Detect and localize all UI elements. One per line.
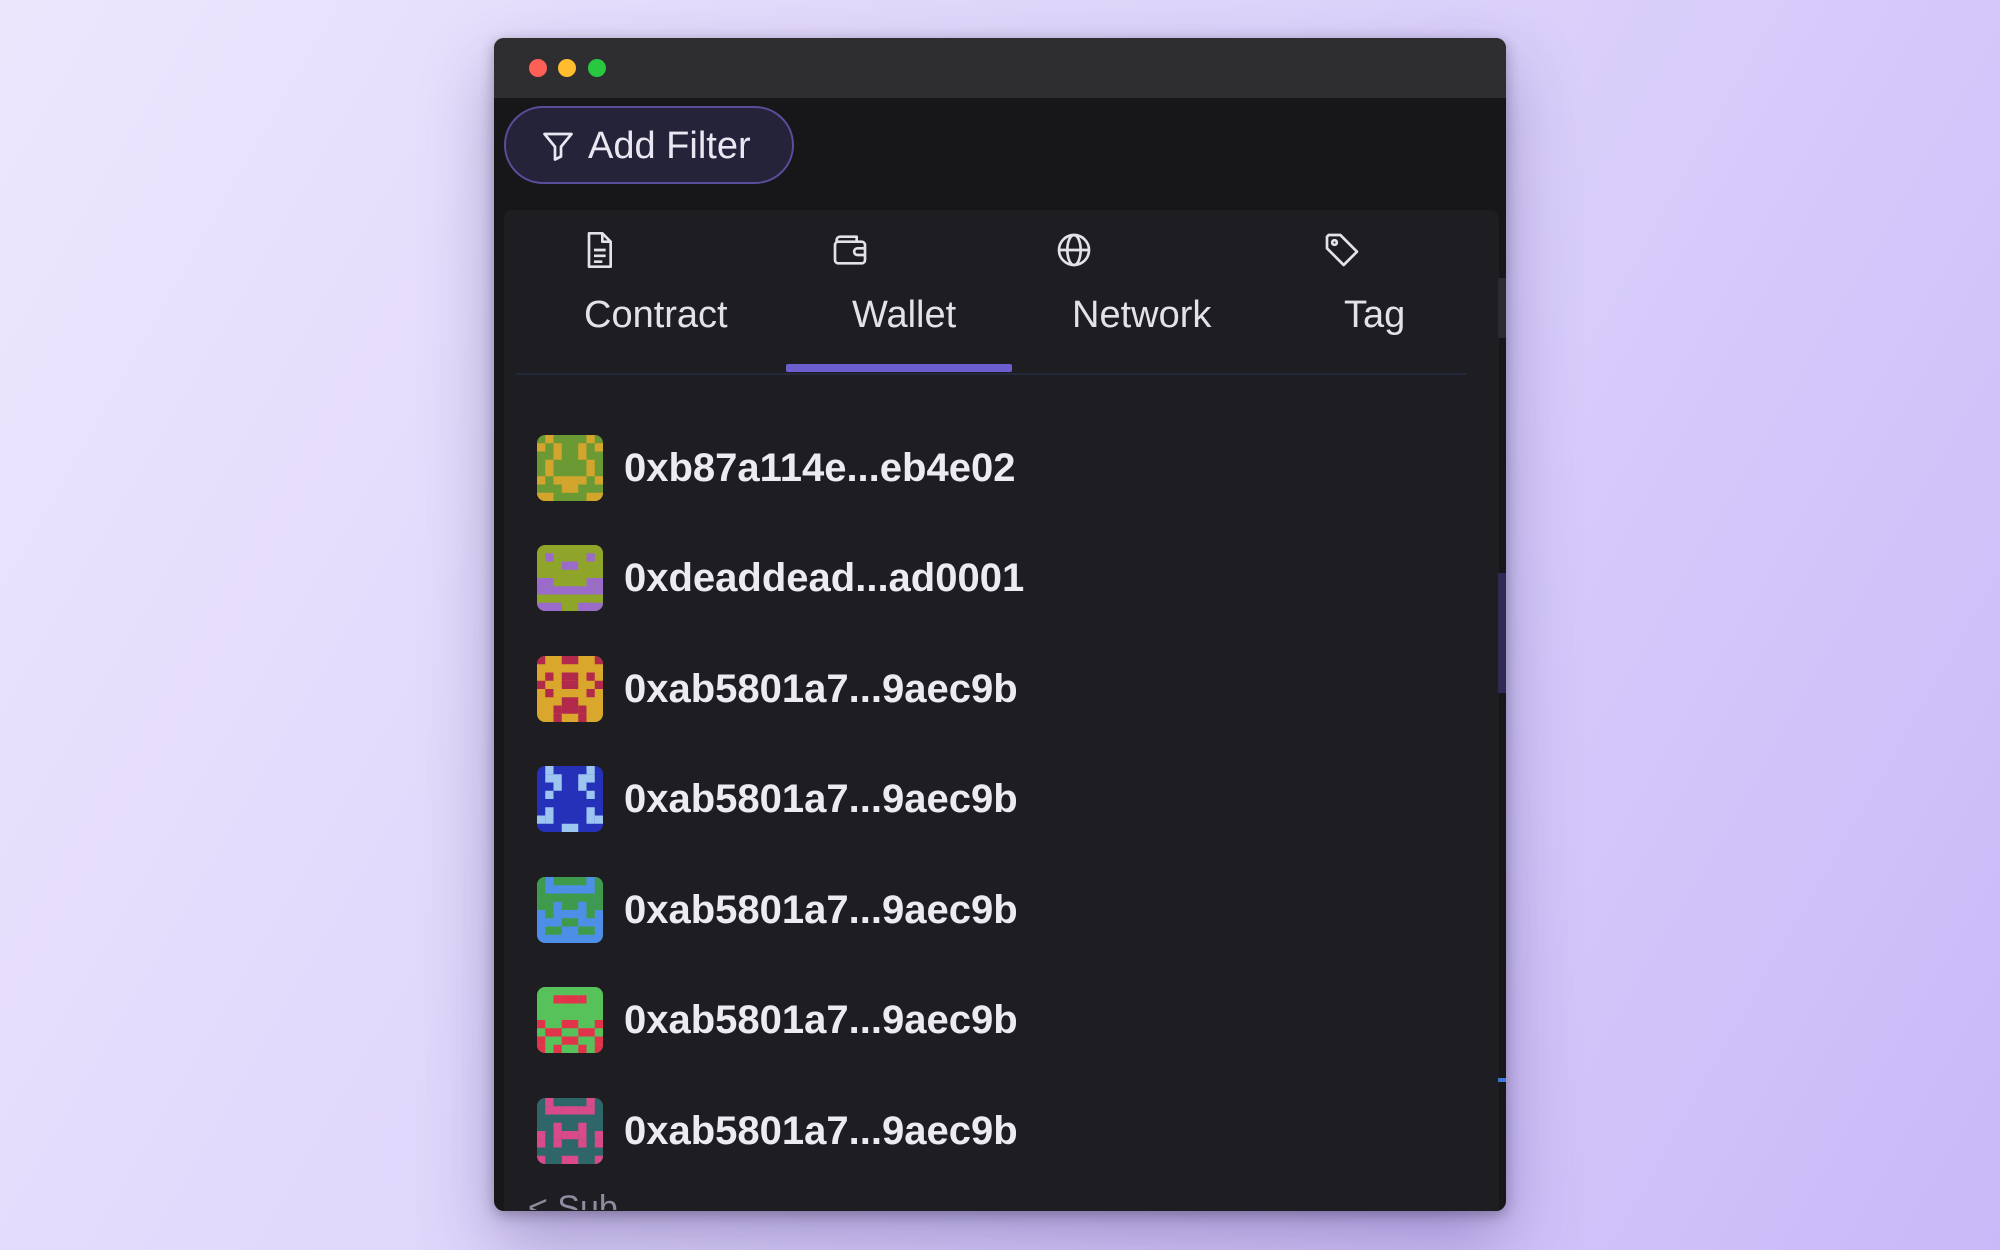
tab-contract-label: Contract — [584, 294, 728, 336]
tab-contract[interactable]: Contract — [534, 210, 794, 372]
minimize-window-button[interactable] — [558, 59, 576, 77]
wallet-address: 0xab5801a7...9aec9b — [624, 667, 1018, 711]
tab-network-label: Network — [1072, 294, 1212, 336]
wallet-address: 0xab5801a7...9aec9b — [624, 777, 1018, 821]
wallet-avatar — [537, 545, 603, 611]
tab-tag[interactable]: Tag — [1294, 210, 1494, 372]
wallet-row[interactable]: 0xab5801a7...9aec9b — [524, 758, 1224, 838]
wallet-row[interactable]: 0xdeaddead...ad0001 — [524, 537, 1224, 617]
underlying-ui-sliver — [1498, 278, 1506, 338]
wallet-avatar — [537, 656, 603, 722]
tag-icon — [1325, 233, 1359, 267]
wallet-icon — [833, 235, 867, 265]
tab-tag-label: Tag — [1344, 294, 1406, 336]
wallet-address: 0xb87a114e...eb4e02 — [624, 446, 1016, 490]
add-filter-label: Add Filter — [588, 125, 751, 167]
filter-icon — [543, 132, 573, 161]
underlying-ui-sliver — [1498, 573, 1506, 693]
document-icon — [587, 232, 612, 268]
wallet-row[interactable]: 0xab5801a7...9aec9b — [524, 648, 1224, 728]
wallet-address: 0xab5801a7...9aec9b — [624, 1109, 1018, 1153]
wallet-row[interactable]: 0xab5801a7...9aec9b — [524, 869, 1224, 949]
wallet-row[interactable]: 0xb87a114e...eb4e02 — [524, 427, 1224, 507]
wallet-address: 0xdeaddead...ad0001 — [624, 556, 1025, 600]
maximize-window-button[interactable] — [588, 59, 606, 77]
tab-wallet-label: Wallet — [852, 294, 957, 336]
close-window-button[interactable] — [529, 59, 547, 77]
add-filter-button[interactable]: Add Filter — [504, 106, 794, 184]
truncated-section-label: < Sub — [528, 1189, 618, 1210]
wallet-row[interactable]: 0xab5801a7...9aec9b — [524, 1090, 1224, 1170]
wallet-address: 0xab5801a7...9aec9b — [624, 998, 1018, 1042]
wallet-avatar — [537, 435, 603, 501]
globe-icon — [1057, 233, 1091, 267]
wallet-avatar — [537, 1098, 603, 1164]
wallet-address: 0xab5801a7...9aec9b — [624, 888, 1018, 932]
tabs-divider — [516, 373, 1466, 375]
wallet-row[interactable]: 0xab5801a7...9aec9b — [524, 979, 1224, 1059]
wallet-avatar — [537, 766, 603, 832]
tab-wallet[interactable]: Wallet — [796, 210, 1022, 372]
underlying-ui-sliver — [1498, 1078, 1506, 1082]
wallet-avatar — [537, 877, 603, 943]
app-window: Add Filter Contract Wallet Network Tag 0… — [494, 38, 1506, 1211]
wallet-avatar — [537, 987, 603, 1053]
tab-network[interactable]: Network — [1024, 210, 1284, 372]
title-bar — [494, 38, 1506, 98]
active-tab-indicator — [786, 364, 1012, 372]
